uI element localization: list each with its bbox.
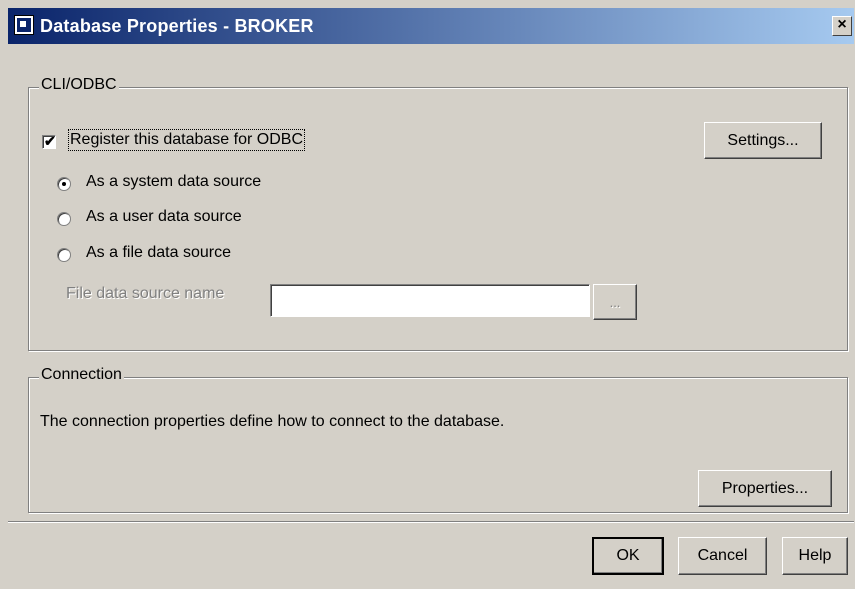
browse-button-label: ... [609,294,621,310]
help-button-label: Help [798,547,832,564]
file-source-name-label: File data source name [66,285,225,302]
register-odbc-checkbox[interactable]: ✔ [42,133,56,149]
system-data-source-label[interactable]: As a system data source [86,173,261,191]
file-source-name-input[interactable] [270,284,590,317]
checkmark-icon: ✔ [44,133,56,149]
ok-button-label: OK [616,547,640,564]
close-icon: × [837,16,847,33]
properties-button-label: Properties... [721,479,809,497]
database-properties-dialog: Database Properties - BROKER × CLI/ODBC … [0,0,855,589]
radio-user-data-source[interactable] [57,212,71,226]
connection-legend: Connection [39,366,124,384]
help-button[interactable]: Help [782,537,848,575]
database-icon [14,15,34,35]
close-button[interactable]: × [832,16,852,36]
connection-description: The connection properties define how to … [40,413,505,430]
radio-file-data-source[interactable] [57,248,71,262]
radio-system-data-source[interactable] [57,177,71,191]
register-odbc-label[interactable]: Register this database for ODBC [68,129,305,151]
settings-button[interactable]: Settings... [704,122,822,159]
title-bar: Database Properties - BROKER × [8,8,854,44]
cli-odbc-legend: CLI/ODBC [39,76,119,94]
window-title: Database Properties - BROKER [40,16,314,36]
properties-button[interactable]: Properties... [698,470,832,507]
radio-selected-dot [62,182,66,186]
cancel-button-label: Cancel [697,547,748,564]
browse-button[interactable]: ... [593,284,637,320]
ok-button[interactable]: OK [592,537,664,575]
user-data-source-label[interactable]: As a user data source [86,208,242,226]
settings-button-label: Settings... [727,131,799,149]
file-data-source-label[interactable]: As a file data source [86,244,231,262]
footer-separator [8,521,854,523]
cancel-button[interactable]: Cancel [678,537,767,575]
